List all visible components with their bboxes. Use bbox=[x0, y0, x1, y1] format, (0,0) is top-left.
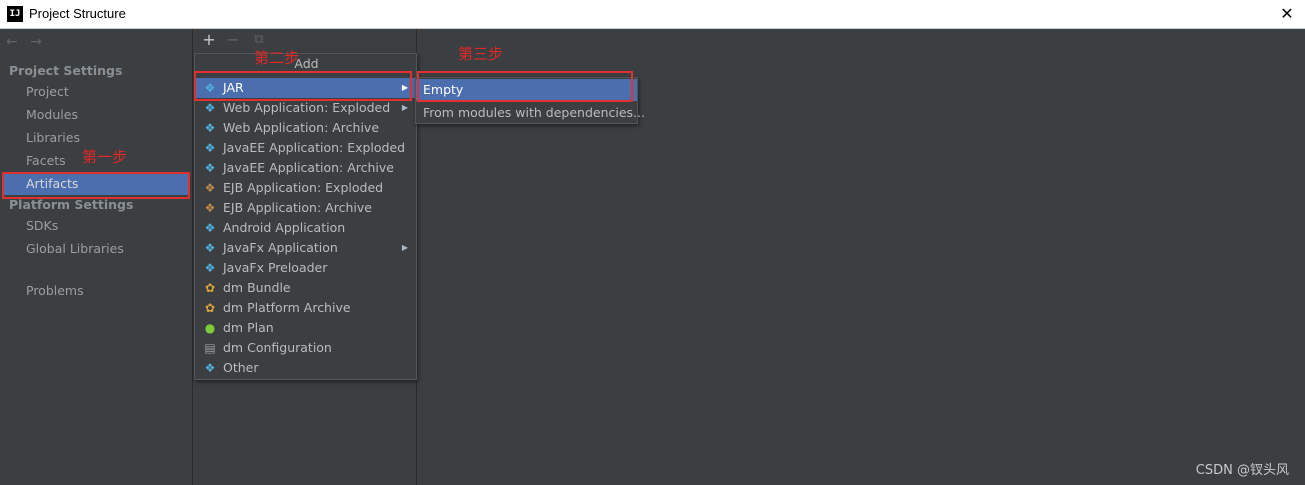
dm-plan-icon: ● bbox=[204, 321, 216, 335]
title-bar: IJ Project Structure ✕ bbox=[0, 0, 1305, 29]
dm-platform-icon: ✿ bbox=[204, 301, 216, 315]
add-artifact-button[interactable]: + bbox=[200, 31, 218, 49]
close-button[interactable]: ✕ bbox=[1275, 2, 1299, 26]
window-title: Project Structure bbox=[29, 6, 126, 21]
menu-item-javafx-application[interactable]: ❖ JavaFx Application ▶ bbox=[195, 238, 416, 258]
menu-item-jar[interactable]: ❖ JAR ▶ bbox=[195, 78, 416, 98]
menu-item-web-exploded[interactable]: ❖ Web Application: Exploded ▶ bbox=[195, 98, 416, 118]
jar-submenu: Empty From modules with dependencies... bbox=[415, 77, 645, 124]
submenu-arrow-icon: ▶ bbox=[401, 243, 408, 252]
menu-item-dm-configuration[interactable]: ▤ dm Configuration bbox=[195, 338, 416, 358]
sidebar-item-problems[interactable]: Problems bbox=[4, 280, 189, 302]
artifact-diamond-icon: ❖ bbox=[204, 361, 216, 375]
back-forward-arrows-icon[interactable]: ← → bbox=[6, 34, 46, 50]
sidebar-item-sdks[interactable]: SDKs bbox=[4, 215, 189, 237]
sidebar-item-libraries[interactable]: Libraries bbox=[4, 127, 189, 149]
add-artifact-popup: Add ❖ JAR ▶ ❖ Web Application: Exploded … bbox=[194, 53, 417, 380]
dm-bundle-icon: ✿ bbox=[204, 281, 216, 295]
web-app-icon: ❖ bbox=[204, 101, 216, 115]
menu-item-dm-platform-archive[interactable]: ✿ dm Platform Archive bbox=[195, 298, 416, 318]
web-app-icon: ❖ bbox=[204, 121, 216, 135]
menu-item-web-archive[interactable]: ❖ Web Application: Archive bbox=[195, 118, 416, 138]
menu-item-android-application[interactable]: ❖ Android Application bbox=[195, 218, 416, 238]
menu-item-javaee-exploded[interactable]: ❖ JavaEE Application: Exploded bbox=[195, 138, 416, 158]
menu-item-javafx-preloader[interactable]: ❖ JavaFx Preloader bbox=[195, 258, 416, 278]
csdn-watermark: CSDN @钗头风 bbox=[1195, 463, 1289, 478]
javaee-icon: ❖ bbox=[204, 141, 216, 155]
menu-item-ejb-exploded[interactable]: ❖ EJB Application: Exploded bbox=[195, 178, 416, 198]
sidebar-item-facets[interactable]: Facets bbox=[4, 150, 189, 172]
artifact-diamond-icon: ❖ bbox=[204, 81, 216, 95]
project-settings-header: Project Settings bbox=[9, 63, 123, 78]
artifact-diamond-icon: ❖ bbox=[204, 261, 216, 275]
sidebar-item-modules[interactable]: Modules bbox=[4, 104, 189, 126]
javaee-icon: ❖ bbox=[204, 161, 216, 175]
menu-item-dm-bundle[interactable]: ✿ dm Bundle bbox=[195, 278, 416, 298]
menu-item-javaee-archive[interactable]: ❖ JavaEE Application: Archive bbox=[195, 158, 416, 178]
sidebar-item-project[interactable]: Project bbox=[4, 81, 189, 103]
copy-artifact-icon[interactable]: ⧉ bbox=[250, 31, 268, 49]
artifact-diamond-icon: ❖ bbox=[204, 241, 216, 255]
intellij-app-icon: IJ bbox=[7, 6, 23, 22]
popup-title: Add bbox=[294, 56, 319, 71]
submenu-item-from-modules[interactable]: From modules with dependencies... bbox=[416, 102, 645, 124]
remove-artifact-button[interactable]: − bbox=[224, 31, 242, 49]
artifact-diamond-icon: ❖ bbox=[204, 221, 216, 235]
menu-item-other[interactable]: ❖ Other bbox=[195, 358, 416, 378]
sidebar-item-artifacts[interactable]: Artifacts bbox=[4, 173, 189, 195]
ejb-icon: ❖ bbox=[204, 201, 216, 215]
submenu-arrow-icon: ▶ bbox=[401, 83, 408, 92]
dm-config-icon: ▤ bbox=[204, 341, 216, 355]
submenu-item-empty[interactable]: Empty bbox=[416, 79, 637, 101]
menu-item-ejb-archive[interactable]: ❖ EJB Application: Archive bbox=[195, 198, 416, 218]
menu-item-dm-plan[interactable]: ● dm Plan bbox=[195, 318, 416, 338]
submenu-arrow-icon: ▶ bbox=[401, 103, 408, 112]
platform-settings-header: Platform Settings bbox=[9, 197, 134, 212]
ejb-icon: ❖ bbox=[204, 181, 216, 195]
sidebar-item-global-libraries[interactable]: Global Libraries bbox=[4, 238, 189, 260]
settings-sidebar: ← → Project Settings Project Modules Lib… bbox=[0, 29, 193, 485]
